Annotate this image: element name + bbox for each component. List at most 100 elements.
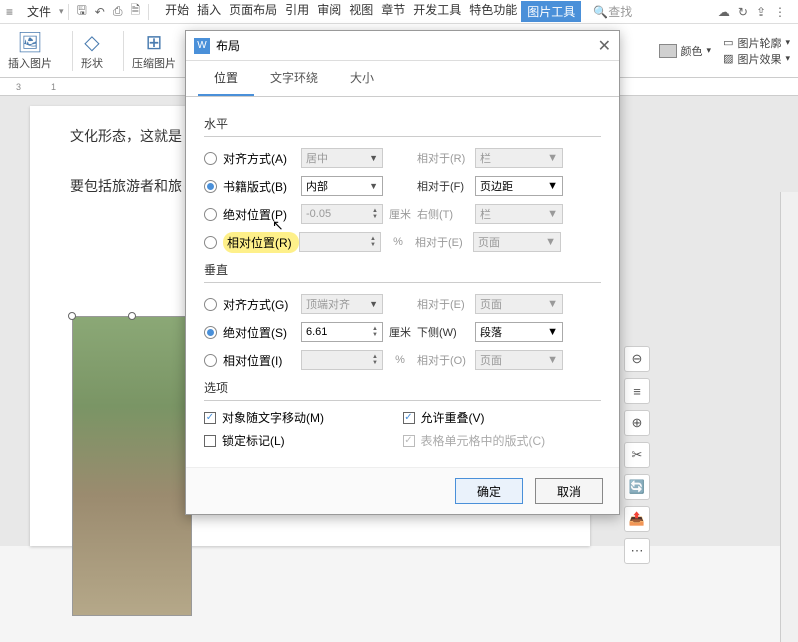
close-button[interactable]: ✕ <box>598 36 611 56</box>
tab-ref[interactable]: 引用 <box>281 1 313 22</box>
collapsed-panel[interactable] <box>780 192 798 642</box>
input-h-abs: -0.05▲▼ <box>301 204 383 224</box>
checkbox-label: 锁定标记(L) <box>222 432 285 449</box>
refresh-icon[interactable]: ↻ <box>734 5 752 19</box>
file-menu[interactable]: 文件 <box>19 3 59 20</box>
print-icon[interactable]: ⎙ <box>109 4 127 19</box>
search-box[interactable]: 🔍 查找 <box>593 3 632 20</box>
radio-label-highlighted: 相对位置(R) <box>223 232 299 253</box>
rel-label: 相对于(O) <box>417 352 475 368</box>
tab-wrap[interactable]: 文字环绕 <box>254 61 334 96</box>
tab-picture-tools[interactable]: 图片工具 <box>521 1 581 22</box>
checkbox-allow-overlap[interactable]: ✓ <box>403 412 415 424</box>
combo-v-abs-rel[interactable]: 段落▼ <box>475 322 563 342</box>
rel-label: 相对于(F) <box>417 178 475 194</box>
chevron-down-icon[interactable]: ▾ <box>59 6 64 17</box>
rel-label: 下侧(W) <box>417 324 475 340</box>
color-button[interactable]: 颜色▾ <box>659 43 712 59</box>
dialog-titlebar[interactable]: W 布局 ✕ <box>186 31 619 61</box>
resize-handle[interactable] <box>68 312 76 320</box>
combo-h-align-rel: 栏▼ <box>475 148 563 168</box>
input-v-abs[interactable]: 6.61▲▼ <box>301 322 383 342</box>
combo-h-align: 居中▼ <box>301 148 383 168</box>
radio-h-align[interactable] <box>204 152 217 165</box>
rel-label: 右侧(T) <box>417 206 475 222</box>
save-icon[interactable]: 🖫 <box>73 1 91 22</box>
share-icon[interactable]: ⇪ <box>752 5 770 19</box>
more-button[interactable]: ⋯ <box>624 538 650 564</box>
floating-toolbar: ⊖ ≡ ⊕ ✂ 🔄 📤 ⋯ <box>624 346 650 564</box>
ok-button[interactable]: 确定 <box>455 478 523 504</box>
radio-h-book[interactable] <box>204 180 217 193</box>
hamburger-icon[interactable]: ≡ <box>0 5 19 19</box>
radio-h-abs[interactable] <box>204 208 217 221</box>
tab-dev[interactable]: 开发工具 <box>409 1 465 22</box>
tab-position[interactable]: 位置 <box>198 61 254 96</box>
search-placeholder: 查找 <box>608 3 632 20</box>
menu-bar: ≡ 文件 ▾ 🖫 ↶ ⎙ 🗎 开始 插入 页面布局 引用 审阅 视图 章节 开发… <box>0 0 798 24</box>
color-swatch-icon <box>659 44 677 58</box>
preview-icon[interactable]: 🗎 <box>126 1 144 22</box>
outline-icon: ▭ <box>723 36 733 49</box>
selected-image[interactable] <box>72 316 192 616</box>
tab-chapter[interactable]: 章节 <box>377 1 409 22</box>
zoom-button[interactable]: ⊕ <box>624 410 650 436</box>
rel-label: 相对于(R) <box>417 150 475 166</box>
tab-layout[interactable]: 页面布局 <box>225 1 281 22</box>
checkbox-move-with-text[interactable]: ✓ <box>204 412 216 424</box>
radio-v-rel[interactable] <box>204 354 217 367</box>
radio-label: 对齐方式(G) <box>223 296 301 313</box>
ribbon-label: 形状 <box>81 55 103 71</box>
compress-button[interactable]: ⊞ 压缩图片 <box>132 30 176 71</box>
radio-v-abs[interactable] <box>204 326 217 339</box>
ribbon-label: 压缩图片 <box>132 55 176 71</box>
tab-size[interactable]: 大小 <box>334 61 390 96</box>
insert-picture-button[interactable]: 🖼 插入图片 <box>8 30 52 71</box>
shape-button[interactable]: ◇ 形状 <box>81 30 103 71</box>
cancel-button[interactable]: 取消 <box>535 478 603 504</box>
export-button[interactable]: 📤 <box>624 506 650 532</box>
input-v-rel: ▲▼ <box>301 350 383 370</box>
combo-v-rel-rel: 页面▼ <box>475 350 563 370</box>
wrap-button[interactable]: ≡ <box>624 378 650 404</box>
tab-start[interactable]: 开始 <box>161 1 193 22</box>
tab-insert[interactable]: 插入 <box>193 1 225 22</box>
outline-button[interactable]: ▭ 图片轮廓▾ <box>723 35 790 51</box>
resize-handle[interactable] <box>128 312 136 320</box>
crop-button[interactable]: ✂ <box>624 442 650 468</box>
more-icon[interactable]: ⋮ <box>770 5 790 19</box>
shape-icon: ◇ <box>84 30 99 55</box>
checkbox-label: 对象随文字移动(M) <box>222 409 324 426</box>
checkbox-lock-anchor[interactable] <box>204 435 216 447</box>
dialog-title: 布局 <box>216 37 240 54</box>
checkbox-label: 允许重叠(V) <box>421 409 485 426</box>
combo-h-book[interactable]: 内部▼ <box>301 176 383 196</box>
unit-label[interactable]: 厘米 <box>383 206 417 222</box>
picture-icon: 🖼 <box>17 30 42 55</box>
unit-label: % <box>381 236 415 248</box>
cloud-icon[interactable]: ☁ <box>714 5 734 19</box>
checkbox-table-cell: ✓ <box>403 435 415 447</box>
dialog-footer: 确定 取消 <box>186 467 619 514</box>
radio-v-align[interactable] <box>204 298 217 311</box>
radio-h-rel[interactable] <box>204 236 217 249</box>
replace-button[interactable]: 🔄 <box>624 474 650 500</box>
radio-label: 书籍版式(B) <box>223 178 301 195</box>
app-icon: W <box>194 38 210 54</box>
combo-h-book-rel[interactable]: 页边距▼ <box>475 176 563 196</box>
tab-review[interactable]: 审阅 <box>313 1 345 22</box>
undo-icon[interactable]: ↶ <box>91 5 109 19</box>
combo-h-rel-rel: 页面▼ <box>473 232 561 252</box>
radio-label: 相对位置(I) <box>223 352 301 369</box>
checkbox-label: 表格单元格中的版式(C) <box>421 432 546 449</box>
minus-button[interactable]: ⊖ <box>624 346 650 372</box>
tab-special[interactable]: 特色功能 <box>465 1 521 22</box>
radio-label: 绝对位置(S) <box>223 324 301 341</box>
section-horizontal: 水平 <box>204 115 601 132</box>
compress-icon: ⊞ <box>146 30 163 55</box>
effect-icon: ▨ <box>723 52 733 65</box>
effect-button[interactable]: ▨ 图片效果▾ <box>723 51 790 67</box>
tab-view[interactable]: 视图 <box>345 1 377 22</box>
unit-label[interactable]: 厘米 <box>383 324 417 340</box>
search-icon: 🔍 <box>593 5 608 19</box>
